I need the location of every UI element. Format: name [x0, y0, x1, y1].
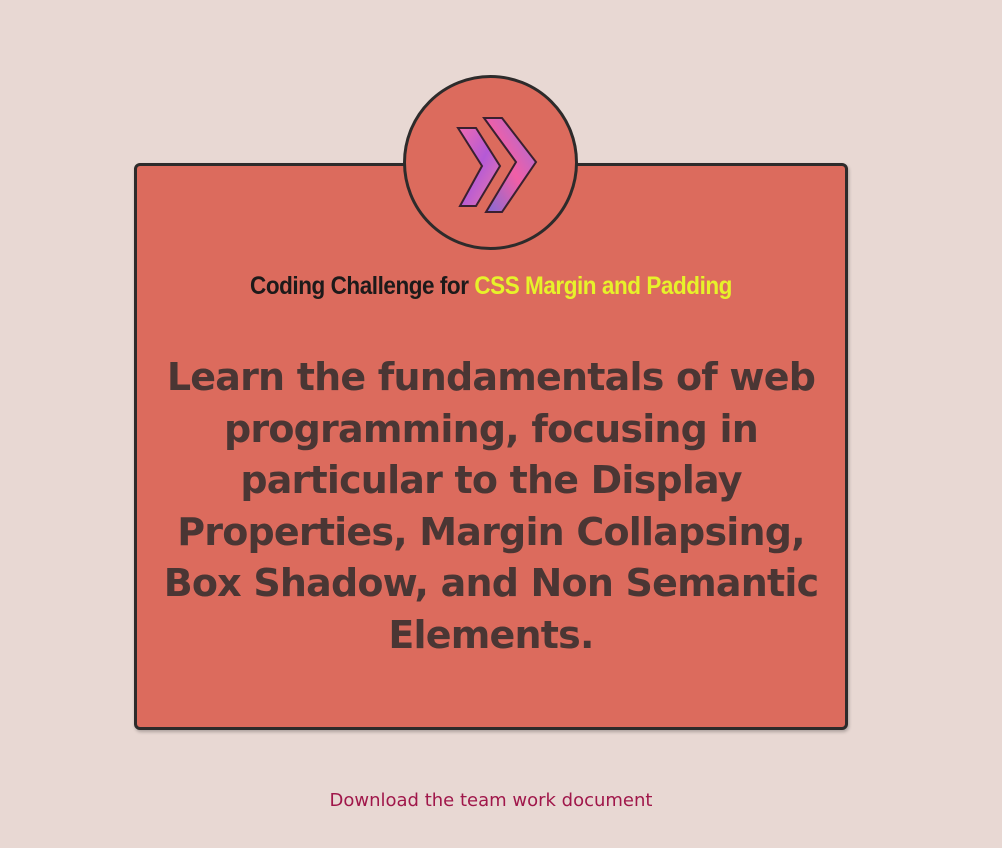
double-chevron-right-icon — [456, 117, 538, 213]
page-headline: Learn the fundamentals of web programmin… — [163, 355, 819, 657]
download-document-link[interactable]: Download the team work document — [0, 790, 982, 811]
logo-badge — [403, 75, 578, 250]
subtitle-highlight: CSS Margin and Padding — [474, 272, 732, 300]
subtitle-prefix: Coding Challenge for — [250, 272, 475, 300]
page-subtitle: Coding Challenge for CSS Margin and Padd… — [170, 272, 813, 301]
